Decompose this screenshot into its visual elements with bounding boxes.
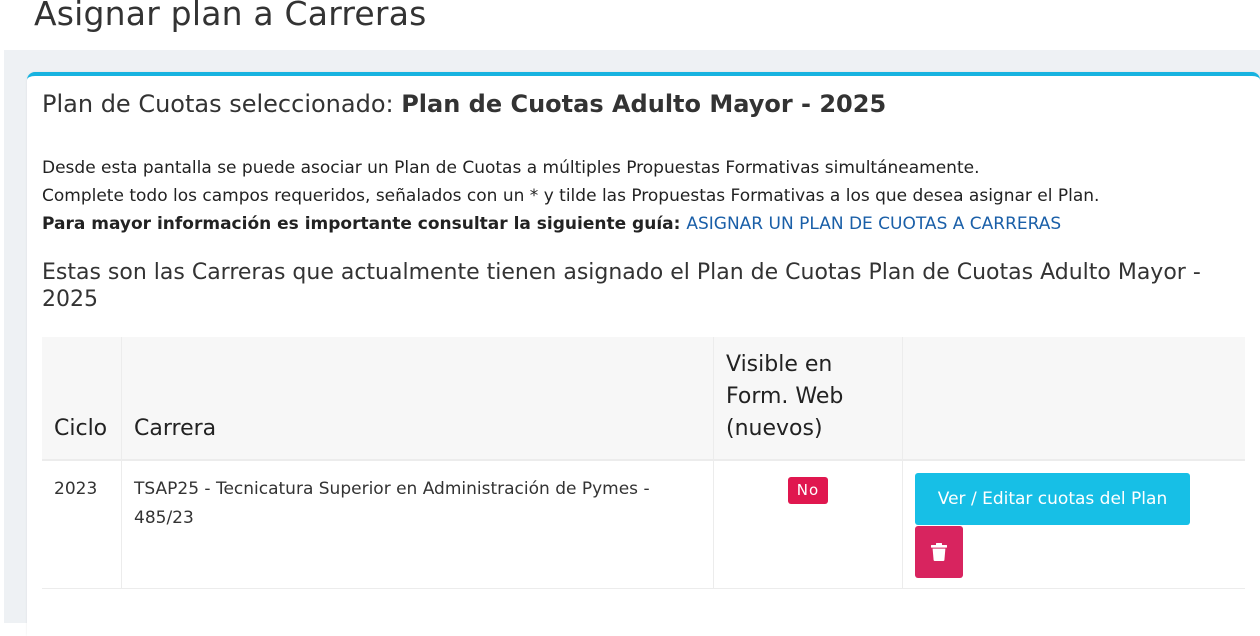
- guide-link[interactable]: ASIGNAR UN PLAN DE CUOTAS A CARRERAS: [686, 214, 1061, 234]
- page-header: Asignar plan a Carreras: [0, 0, 1260, 48]
- table-header-row: Ciclo Carrera Visible en Form. Web (nuev…: [42, 337, 1245, 461]
- table-row: 2023 TSAP25 - Tecnicatura Superior en Ad…: [42, 460, 1245, 589]
- cell-ciclo: 2023: [42, 460, 122, 589]
- content-area: Plan de Cuotas seleccionado: Plan de Cuo…: [4, 50, 1260, 636]
- cell-actions: Ver / Editar cuotas del Plan: [902, 460, 1245, 589]
- edit-plan-fees-button[interactable]: Ver / Editar cuotas del Plan: [915, 473, 1190, 525]
- delete-button[interactable]: [915, 526, 963, 578]
- page-title: Asignar plan a Carreras: [34, 0, 427, 33]
- header-actions: [902, 337, 1245, 461]
- cell-visible: No: [713, 460, 903, 589]
- header-visible: Visible en Form. Web (nuevos): [713, 337, 903, 461]
- plan-heading: Plan de Cuotas seleccionado: Plan de Cuo…: [42, 90, 886, 118]
- cell-carrera: TSAP25 - Tecnicatura Superior en Adminis…: [121, 460, 714, 589]
- intro-line-3: Para mayor información es importante con…: [42, 210, 1099, 238]
- intro-line-1: Desde esta pantalla se puede asociar un …: [42, 158, 980, 178]
- plan-name: Plan de Cuotas Adulto Mayor - 2025: [401, 90, 887, 118]
- intro-line-2: Complete todo los campos requeridos, señ…: [42, 186, 1100, 206]
- trash-icon: [931, 543, 947, 561]
- guide-prompt: Para mayor información es importante con…: [42, 214, 687, 234]
- intro-text: Desde esta pantalla se puede asociar un …: [42, 154, 1099, 238]
- header-carrera: Carrera: [121, 337, 714, 461]
- header-ciclo: Ciclo: [42, 337, 122, 461]
- careers-table-wrap: Ciclo Carrera Visible en Form. Web (nuev…: [42, 337, 1245, 589]
- plan-card: Plan de Cuotas seleccionado: Plan de Cuo…: [27, 72, 1260, 636]
- careers-table: Ciclo Carrera Visible en Form. Web (nuev…: [42, 337, 1245, 589]
- plan-heading-prefix: Plan de Cuotas seleccionado:: [42, 90, 402, 118]
- visible-status-badge: No: [787, 477, 829, 504]
- section-heading: Estas son las Carreras que actualmente t…: [42, 260, 1201, 312]
